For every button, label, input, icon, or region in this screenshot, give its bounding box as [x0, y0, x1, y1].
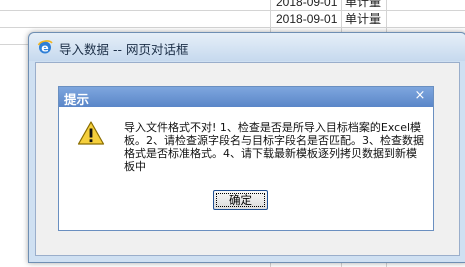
- ok-button[interactable]: 确定: [213, 190, 268, 210]
- window-title: 导入数据 -- 网页对话框: [59, 42, 189, 57]
- dialog-title: 提示: [64, 92, 90, 107]
- cell-unit[interactable]: 单计量: [345, 0, 381, 10]
- alert-message: 导入文件格式不对! 1、检查是否是所导入目标档案的Excel模板。2、请检查源字…: [124, 121, 424, 173]
- cell-date[interactable]: 2018-09-01: [276, 0, 337, 10]
- cell-unit[interactable]: 单计量: [345, 11, 381, 27]
- dialog-title-bar[interactable]: 提示 ×: [59, 87, 433, 107]
- warning-icon: [77, 120, 105, 146]
- row-divider: [0, 10, 465, 11]
- row-divider: [0, 27, 465, 28]
- ie-icon: e: [37, 39, 53, 55]
- close-icon[interactable]: ×: [413, 89, 427, 103]
- window-title-bar[interactable]: e 导入数据 -- 网页对话框: [29, 33, 465, 61]
- alert-dialog: 提示 × 导入文件格式不对! 1、检查是否是所导入目标档案的Excel模板。2、…: [58, 86, 434, 231]
- svg-text:e: e: [41, 42, 48, 55]
- cell-date[interactable]: 2018-09-01: [276, 11, 337, 27]
- dialog-content: 导入文件格式不对! 1、检查是否是所导入目标档案的Excel模板。2、请检查源字…: [59, 108, 433, 230]
